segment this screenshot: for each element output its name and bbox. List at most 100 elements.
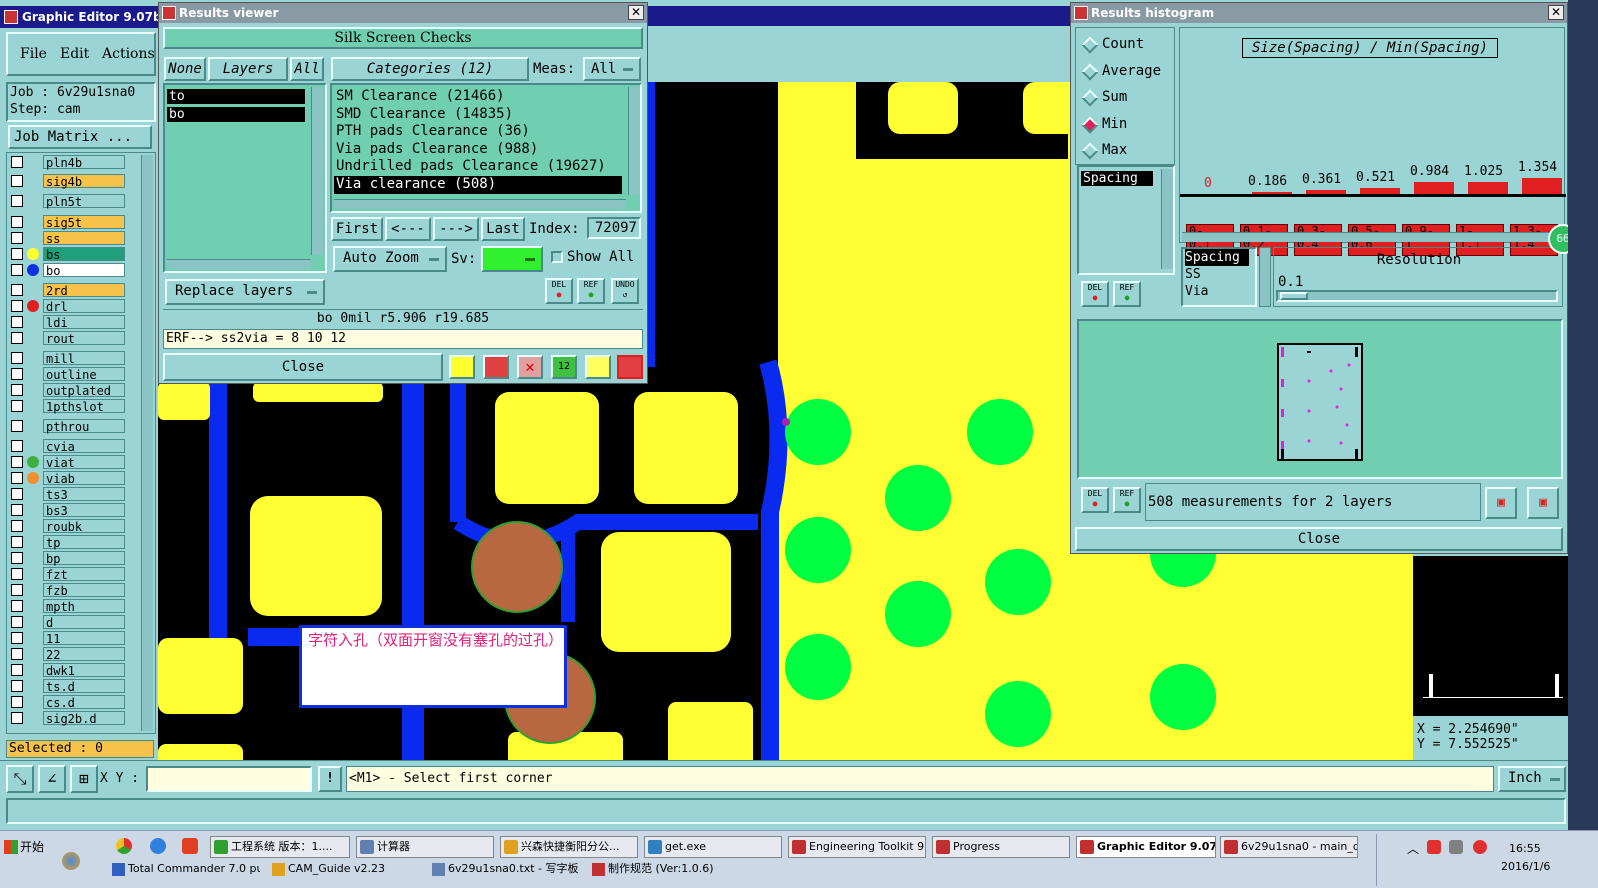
meas-select[interactable]: All — [583, 57, 641, 81]
task-engineering-toolkit[interactable]: Engineering Toolkit 9.... — [788, 836, 926, 858]
cross-icon[interactable]: ✕ — [517, 355, 543, 379]
close-button[interactable]: Close — [163, 353, 443, 381]
last-button[interactable]: Last — [481, 217, 525, 241]
numbers-icon[interactable]: 12 — [551, 355, 577, 379]
start-button[interactable]: 开始 — [2, 836, 52, 858]
layer-checkbox[interactable] — [11, 472, 23, 484]
layer-checkbox[interactable] — [11, 552, 23, 564]
layer-checkbox[interactable] — [11, 384, 23, 396]
layer-checkbox[interactable] — [11, 232, 23, 244]
histogram-titlebar[interactable]: Results histogram ✕ — [1071, 3, 1567, 23]
layer-row[interactable]: mill — [11, 351, 125, 366]
refresh-icon[interactable]: REF ● — [1113, 487, 1141, 513]
layer-row[interactable]: pln5t — [11, 194, 125, 209]
layer-row[interactable]: drl — [11, 299, 125, 314]
layer-checkbox[interactable] — [11, 316, 23, 328]
layer-list-scrollbar[interactable] — [141, 155, 153, 731]
histogram-bar[interactable] — [1414, 182, 1454, 194]
slider-handle[interactable] — [1280, 292, 1308, 300]
layer-checkbox[interactable] — [11, 248, 23, 260]
layer-row[interactable]: viat — [11, 455, 125, 470]
layer-row[interactable]: ts3 — [11, 487, 125, 502]
task-total-commander[interactable]: Total Commander 7.0 pu... — [110, 860, 260, 880]
layer-checkbox[interactable] — [11, 648, 23, 660]
layer-checkbox[interactable] — [11, 488, 23, 500]
tray-app2-icon[interactable] — [1449, 840, 1463, 854]
layer-row[interactable]: rout — [11, 331, 125, 346]
layer-row[interactable]: bs3 — [11, 503, 125, 518]
layer-checkbox[interactable] — [11, 664, 23, 676]
refresh-icon[interactable]: REF ● — [1113, 281, 1141, 307]
layer-row[interactable]: cvia — [11, 439, 125, 454]
layer-checkbox[interactable] — [11, 616, 23, 628]
category-item[interactable]: Undrilled pads Clearance (19627) — [334, 158, 622, 176]
layer-list-item[interactable]: bo — [167, 107, 305, 122]
resolution-field-via[interactable]: Via — [1185, 283, 1255, 300]
resolution-field-spacing[interactable]: Spacing — [1185, 249, 1249, 266]
exit-icon[interactable] — [483, 355, 509, 379]
export-icon[interactable]: ▣ — [1485, 487, 1517, 519]
mode-radio[interactable] — [1081, 89, 1099, 107]
layer-checkbox[interactable] — [11, 504, 23, 516]
index-input[interactable]: 72097 — [587, 217, 641, 239]
layer-row[interactable]: d — [11, 615, 125, 630]
layer-checkbox[interactable] — [11, 420, 23, 432]
layer-row[interactable]: sig5t — [11, 215, 125, 230]
layer-row[interactable]: outplated — [11, 383, 125, 398]
none-button[interactable]: None — [164, 57, 206, 81]
layer-row[interactable]: 22 — [11, 647, 125, 662]
histogram-close-button[interactable]: Close — [1075, 527, 1563, 551]
layer-row[interactable]: ss — [11, 231, 125, 246]
categories-hscroll[interactable] — [334, 199, 626, 209]
next-button[interactable]: ---> — [433, 217, 479, 241]
layer-row[interactable]: 1pthslot — [11, 399, 125, 414]
layer-checkbox[interactable] — [11, 216, 23, 228]
report-icon[interactable] — [585, 355, 611, 379]
layer-checkbox[interactable] — [11, 332, 23, 344]
layer-color-dot[interactable] — [27, 456, 39, 468]
layer-row[interactable]: outline — [11, 367, 125, 382]
layer-row[interactable]: cs.d — [11, 695, 125, 710]
resolution-scroll[interactable] — [1259, 247, 1271, 307]
task-engineering-system[interactable]: 工程系统 版本：1.... — [210, 836, 350, 858]
layer-checkbox[interactable] — [11, 175, 23, 187]
layer-checkbox[interactable] — [11, 400, 23, 412]
field-list-scroll[interactable] — [1161, 169, 1173, 269]
layer-checkbox[interactable] — [11, 352, 23, 364]
layer-list-vscroll[interactable] — [311, 87, 323, 255]
task-spec[interactable]: 制作规范 (Ver:1.0.6) — [590, 860, 740, 880]
resolution-slider[interactable] — [1276, 290, 1558, 302]
layer-checkbox[interactable] — [11, 536, 23, 548]
histogram-bar[interactable] — [1522, 178, 1562, 194]
grid-icon[interactable]: ⊞ — [70, 765, 98, 793]
mode-radio[interactable] — [1081, 142, 1099, 160]
category-item[interactable]: PTH pads Clearance (36) — [334, 123, 622, 141]
task-graphic-editor[interactable]: Graphic Editor 9.07... — [1076, 836, 1216, 858]
menu-file[interactable]: File — [20, 34, 47, 74]
layer-checkbox[interactable] — [11, 300, 23, 312]
layer-checkbox[interactable] — [11, 456, 23, 468]
zoom-window-icon[interactable]: ⤡ — [6, 765, 34, 793]
delete-icon[interactable]: DEL ● — [1081, 487, 1109, 513]
layer-row[interactable]: tp — [11, 535, 125, 550]
mode-radio[interactable] — [1081, 63, 1099, 80]
prev-button[interactable]: <--- — [385, 217, 431, 241]
ie-icon[interactable] — [150, 838, 166, 854]
layer-row[interactable]: pln4b — [11, 155, 125, 170]
layer-checkbox[interactable] — [11, 368, 23, 380]
field-item-spacing[interactable]: Spacing — [1081, 171, 1153, 186]
layer-color-dot[interactable] — [27, 248, 39, 260]
layer-checkbox[interactable] — [11, 195, 23, 207]
layer-row[interactable]: bp — [11, 551, 125, 566]
auto-zoom-select[interactable]: Auto Zoom — [333, 246, 447, 272]
sv-color-select[interactable] — [481, 246, 543, 272]
menu-edit[interactable]: Edit — [60, 34, 89, 74]
layer-row[interactable]: 11 — [11, 631, 125, 646]
alert-icon[interactable]: ! — [318, 766, 342, 792]
task-progress[interactable]: Progress — [932, 836, 1070, 858]
all-button[interactable]: All — [290, 57, 324, 81]
tray-app3-icon[interactable] — [1473, 840, 1487, 854]
delete-icon[interactable]: DEL ● — [545, 278, 573, 304]
quicklaunch-icon[interactable] — [62, 852, 80, 870]
task-cam-guide[interactable]: CAM_Guide v2.23 — [270, 860, 420, 880]
